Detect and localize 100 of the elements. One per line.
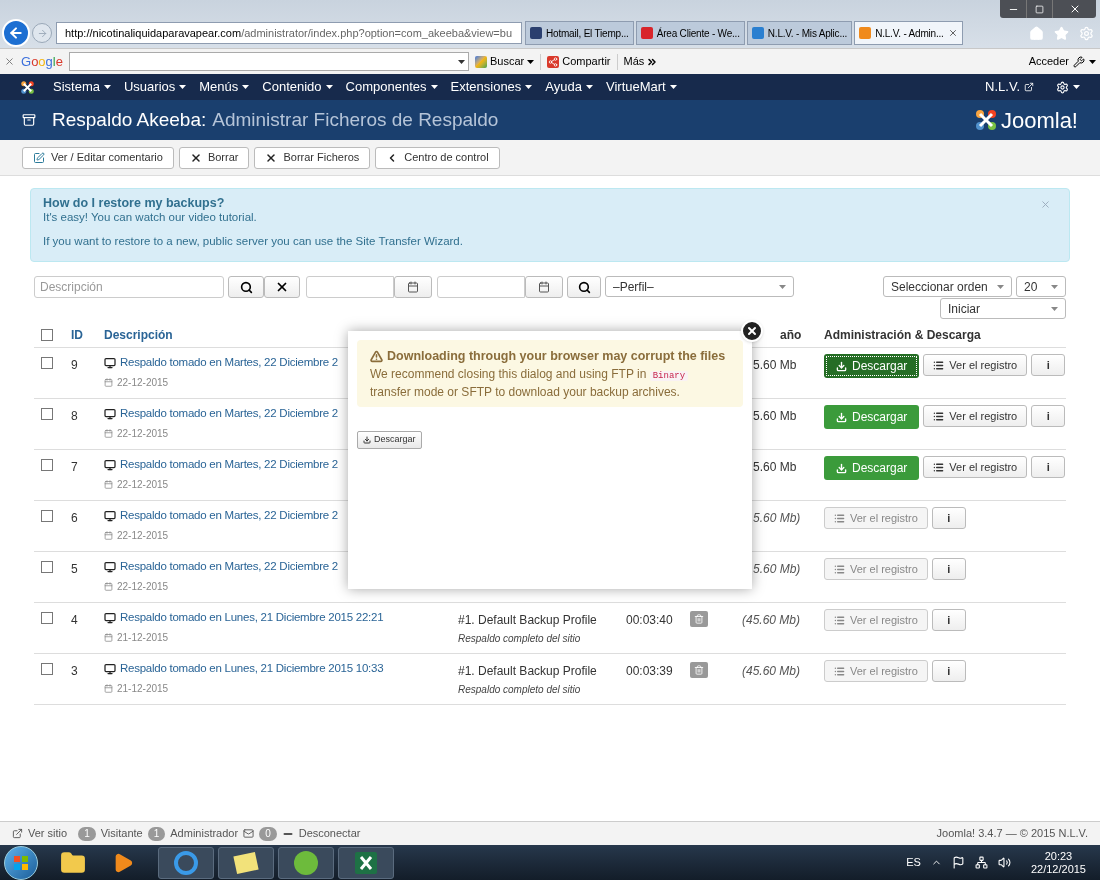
date-text: 22-12-2015 xyxy=(117,427,169,441)
x-icon xyxy=(189,151,202,164)
delete-button[interactable] xyxy=(690,662,708,678)
view-log-button[interactable]: Ver el registro xyxy=(923,405,1028,427)
download-button[interactable]: Descargar xyxy=(824,354,920,378)
caret-icon xyxy=(669,85,677,89)
folder-icon[interactable] xyxy=(60,849,86,876)
select-all-checkbox[interactable] xyxy=(41,328,53,341)
list-icon xyxy=(834,665,845,677)
toolbar-button[interactable]: Centro de control xyxy=(375,146,500,169)
info-button[interactable]: i xyxy=(1031,456,1066,478)
address-field[interactable]: http://nicotinaliquidaparavapear.com/administrator/index.php?option=com_akeeba&view=bu xyxy=(56,22,522,44)
info-button[interactable]: i xyxy=(931,660,966,682)
browser-tab[interactable]: Área Cliente - We... xyxy=(635,21,745,45)
view-site-link[interactable]: Ver sitio xyxy=(28,825,68,842)
backup-link[interactable]: Respaldo tomado en Lunes, 21 Diciembre 2015 10:33 xyxy=(120,660,384,678)
description-search-field[interactable]: Descripción xyxy=(34,276,224,298)
nav-menu-item[interactable]: Menús xyxy=(199,77,250,97)
user-menu[interactable]: N.L.V. xyxy=(985,77,1034,97)
row-checkbox[interactable] xyxy=(41,408,53,420)
notes-icon[interactable] xyxy=(218,846,274,879)
close-toolbar-icon[interactable] xyxy=(4,56,15,67)
backup-link[interactable]: Respaldo tomado en Martes, 22 Diciembre 2 xyxy=(120,354,338,372)
google-search-field[interactable] xyxy=(68,52,469,71)
toolbar-button[interactable]: Ver / Editar comentario xyxy=(22,146,174,169)
column-header[interactable]: Descripción xyxy=(104,327,173,342)
forward-arrow-icon xyxy=(36,27,48,39)
backup-link[interactable]: Respaldo tomado en Martes, 22 Diciembre 2 xyxy=(120,558,338,576)
nav-menu-item[interactable]: Usuarios xyxy=(123,77,187,97)
logout-link[interactable]: Desconectar xyxy=(298,825,361,842)
row-checkbox[interactable] xyxy=(41,459,53,471)
id-cell: 4 xyxy=(71,613,78,627)
row-checkbox[interactable] xyxy=(41,561,53,573)
row-checkbox[interactable] xyxy=(41,663,53,675)
profile-note: Respaldo completo del sitio xyxy=(458,683,582,697)
clear-button[interactable] xyxy=(264,276,300,298)
view-log-button[interactable]: Ver el registro xyxy=(923,456,1028,478)
toolbar-button[interactable]: Borrar xyxy=(178,146,250,169)
info-button[interactable]: i xyxy=(1031,354,1066,376)
column-header[interactable]: ID xyxy=(71,327,83,342)
clock[interactable]: 20:23 22/12/2015 xyxy=(1030,849,1086,876)
backup-link[interactable]: Respaldo tomado en Martes, 22 Diciembre 2 xyxy=(120,456,338,474)
nav-menu-item[interactable]: Contenido xyxy=(262,77,333,97)
download-button[interactable]: Descargar xyxy=(824,405,920,429)
download-icon xyxy=(836,411,847,423)
nav-menu-item[interactable]: Componentes xyxy=(345,77,438,97)
warning-text: We recommend closing this dialog and using FTP in xyxy=(370,366,647,381)
spreadsheet-icon[interactable] xyxy=(338,846,394,879)
flag-icon[interactable] xyxy=(951,856,965,869)
limit-select[interactable]: 20 xyxy=(1016,276,1066,297)
nav-menu-item[interactable]: VirtueMart xyxy=(606,77,677,97)
row-checkbox[interactable] xyxy=(41,357,53,369)
view-log-button[interactable]: Ver el registro xyxy=(923,354,1028,376)
trash-icon xyxy=(694,665,704,675)
info-button[interactable]: i xyxy=(931,558,966,580)
search-button[interactable] xyxy=(567,276,601,298)
network-icon[interactable] xyxy=(974,856,988,869)
backup-link[interactable]: Respaldo tomado en Martes, 22 Diciembre 2 xyxy=(120,405,338,423)
info-button[interactable]: i xyxy=(931,609,966,631)
browser-tab[interactable]: N.L.V. - Admin... xyxy=(854,21,963,45)
language-indicator[interactable]: ES xyxy=(906,854,921,871)
search-button[interactable]: Buscar xyxy=(474,53,535,70)
caret-icon xyxy=(525,85,533,89)
calendar-button[interactable] xyxy=(394,276,432,298)
edit-icon xyxy=(33,151,45,164)
download-button[interactable]: Descargar xyxy=(824,456,920,480)
direction-select[interactable]: Iniciar xyxy=(940,298,1066,319)
nav-menu-item[interactable]: Extensiones xyxy=(450,77,533,97)
start-button[interactable] xyxy=(4,845,38,880)
browser-tab[interactable]: Hotmail, El Tiemp... xyxy=(525,21,634,45)
delete-button[interactable] xyxy=(690,611,708,627)
info-button[interactable]: i xyxy=(931,507,966,529)
nav-menu-item[interactable]: Ayuda xyxy=(545,77,593,97)
row-checkbox[interactable] xyxy=(41,612,53,624)
row-checkbox[interactable] xyxy=(41,510,53,522)
info-button[interactable]: i xyxy=(1031,405,1066,427)
download-button[interactable]: Descargar xyxy=(357,430,422,449)
from-date-field[interactable] xyxy=(306,276,394,298)
settings-menu[interactable] xyxy=(1056,80,1080,94)
toolbar-button[interactable]: Borrar Ficheros xyxy=(254,146,371,169)
browser-tab[interactable]: N.L.V. - Mis Aplic... xyxy=(746,21,853,45)
more-button[interactable]: Más xyxy=(623,53,659,70)
nav-menu-item[interactable]: Sistema xyxy=(53,77,111,97)
page-subtitle: Administrar Ficheros de Respaldo xyxy=(212,107,499,132)
back-button[interactable] xyxy=(2,19,30,47)
to-date-field[interactable] xyxy=(437,276,525,298)
volume-icon[interactable] xyxy=(997,856,1011,869)
close-tab-icon[interactable] xyxy=(947,28,958,38)
backup-link[interactable]: Respaldo tomado en Lunes, 21 Diciembre 2015 22:21 xyxy=(120,609,384,627)
maximize-button[interactable] xyxy=(1026,0,1052,18)
backup-link[interactable]: Respaldo tomado en Martes, 22 Diciembre 2 xyxy=(120,507,338,525)
calendar-button[interactable] xyxy=(525,276,563,298)
version-text: Joomla! 3.4.7 — © 2015 N.L.V. xyxy=(936,826,1088,842)
sign-in-button[interactable]: Acceder xyxy=(1028,53,1096,70)
torrent-icon[interactable] xyxy=(278,846,334,879)
profile-select[interactable]: –Perfil– xyxy=(605,276,794,297)
share-button[interactable]: Compartir xyxy=(547,53,611,70)
order-select[interactable]: Seleccionar orden xyxy=(883,276,1012,297)
search-button[interactable] xyxy=(228,276,264,298)
browser-icon[interactable] xyxy=(158,846,214,879)
